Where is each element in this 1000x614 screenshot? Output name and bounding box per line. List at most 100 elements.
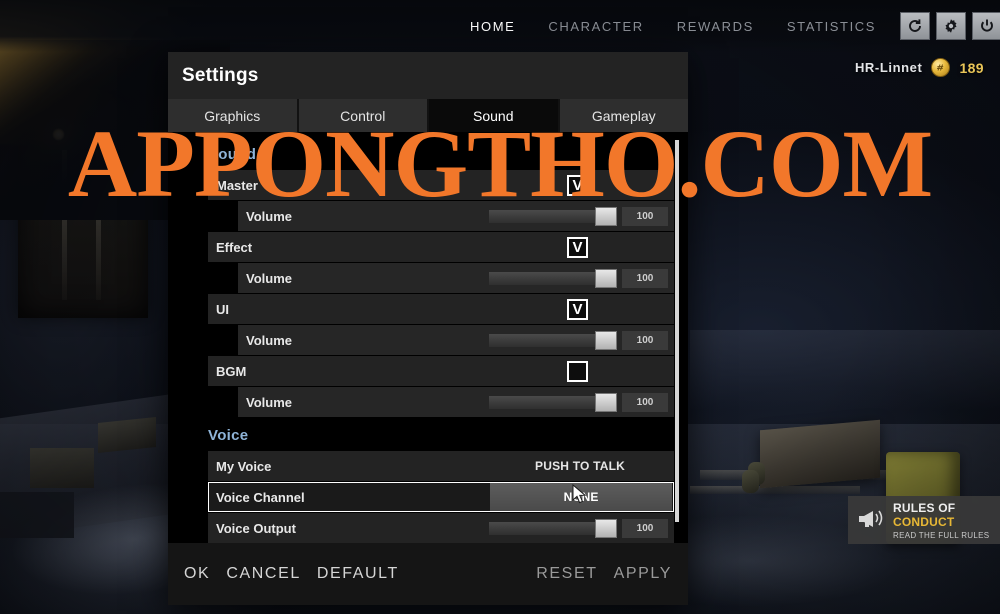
slider-voice-output[interactable] [489,518,617,538]
rules-title-plain: RULES OF [893,500,956,515]
tab-control[interactable]: Control [298,99,429,132]
setting-row-voice-channel[interactable]: Voice Channel NONE [208,482,674,512]
setting-row-voice-output[interactable]: Voice Output 100 [208,513,674,543]
setting-label-effect-volume: Volume [246,270,292,286]
power-button[interactable] [972,12,1000,40]
background-crate [760,419,880,489]
setting-label-voice-channel: Voice Channel [216,489,305,505]
setting-label-master-volume: Volume [246,208,292,224]
slider-group-effect-volume: 100 [489,268,668,288]
refresh-button[interactable] [900,12,931,40]
background-plank [690,486,860,494]
settings-button[interactable] [936,12,967,40]
rules-of-conduct-banner[interactable]: RULES OF CONDUCT READ THE FULL RULES [848,496,1000,544]
dropdown-voice-channel[interactable]: NONE [490,483,672,511]
section-header-voice: Voice [208,427,249,444]
slider-group-bgm-volume: 100 [489,392,668,412]
nav-item-list: HOME CHARACTER REWARDS STATISTICS [470,19,876,34]
checkbox-bgm[interactable] [567,360,588,382]
slider-thumb[interactable] [595,268,617,288]
setting-row-effect-volume[interactable]: Volume 100 [238,263,674,293]
value-effect-volume: 100 [622,268,668,288]
scrollbar-thumb[interactable] [675,140,679,522]
setting-label-effect: Effect [216,239,253,255]
footer-left-buttons: OK CANCEL DEFAULT [184,565,399,583]
apply-button[interactable]: APPLY [614,565,672,583]
tab-gameplay[interactable]: Gameplay [559,99,688,132]
rules-title-highlight: CONDUCT [893,514,955,529]
checkbox-master[interactable]: V [567,174,588,196]
rules-text-block: RULES OF CONDUCT READ THE FULL RULES [893,501,1000,540]
slider-thumb[interactable] [595,518,617,538]
setting-row-my-voice[interactable]: My Voice PUSH TO TALK [208,451,674,481]
dialog-header: Settings [168,52,688,99]
slider-master-volume[interactable] [489,206,617,226]
rules-subtitle: READ THE FULL RULES [893,530,990,540]
setting-label-my-voice: My Voice [216,458,272,474]
dialog-footer: OK CANCEL DEFAULT RESET APPLY [168,543,688,605]
slider-bgm-volume[interactable] [489,392,617,412]
refresh-icon [907,18,923,34]
setting-row-bgm[interactable]: BGM [208,356,674,386]
setting-row-ui[interactable]: UI V [208,294,674,324]
setting-label-ui: UI [216,301,229,317]
nav-item-character[interactable]: CHARACTER [548,19,643,34]
game-screen: HOME CHARACTER REWARDS STATISTICS HR-Lin… [0,0,1000,614]
power-icon [979,18,995,34]
value-my-voice: PUSH TO TALK [535,459,625,473]
setting-row-bgm-volume[interactable]: Volume 100 [238,387,674,417]
slider-group-master-volume: 100 [489,206,668,226]
checkbox-ui[interactable]: V [567,298,588,320]
setting-row-master-volume[interactable]: Volume 100 [238,201,674,231]
setting-row-effect[interactable]: Effect V [208,232,674,262]
value-voice-output: 100 [622,518,668,538]
footer-right-buttons: RESET APPLY [536,565,672,583]
setting-label-voice-output: Voice Output [216,520,296,536]
slider-group-voice-output: 100 [489,518,668,538]
value-ui-volume: 100 [622,330,668,350]
gear-icon [943,18,959,34]
tab-graphics[interactable]: Graphics [168,99,299,132]
ok-button[interactable]: OK [184,565,210,583]
player-info-bar: HR-Linnet 189 [855,58,984,77]
nav-item-rewards[interactable]: REWARDS [677,19,754,34]
slider-group-ui-volume: 100 [489,330,668,350]
coin-icon [931,58,951,77]
slider-effect-volume[interactable] [489,268,617,288]
nav-icon-group [900,12,1000,40]
setting-label-bgm: BGM [216,363,247,379]
setting-label-ui-volume: Volume [246,332,292,348]
settings-scroll-area: Sound Master V Volume 100 Effect V Volum… [168,140,688,543]
cancel-button[interactable]: CANCEL [226,565,301,583]
setting-row-master[interactable]: Master V [208,170,674,200]
slider-thumb[interactable] [595,206,617,226]
default-button[interactable]: DEFAULT [317,565,399,583]
check-glyph: V [572,176,583,194]
top-navigation-bar: HOME CHARACTER REWARDS STATISTICS [0,0,1000,52]
settings-tab-bar: Graphics Control Sound Gameplay [168,99,688,132]
megaphone-icon [856,506,886,535]
currency-amount: 189 [959,59,984,76]
player-name: HR-Linnet [854,60,923,75]
nav-item-home[interactable]: HOME [470,19,515,34]
settings-scrollbar[interactable] [675,140,679,522]
dialog-title: Settings [182,64,259,86]
slider-thumb[interactable] [595,392,617,412]
setting-label-master: Master [216,177,258,193]
value-bgm-volume: 100 [622,392,668,412]
checkbox-effect[interactable]: V [567,236,588,258]
nav-item-statistics[interactable]: STATISTICS [787,19,876,34]
settings-body: Sound Master V Volume 100 Effect V Volum… [168,132,688,543]
background-wall [690,330,1000,410]
background-grenade [742,470,759,493]
slider-ui-volume[interactable] [489,330,617,350]
reset-button[interactable]: RESET [536,565,597,583]
section-header-sound: Sound [208,146,257,163]
background-box [0,492,74,538]
rules-title: RULES OF CONDUCT [893,501,1000,529]
tab-sound[interactable]: Sound [429,99,560,132]
setting-row-ui-volume[interactable]: Volume 100 [238,325,674,355]
slider-thumb[interactable] [595,330,617,350]
value-master-volume: 100 [622,206,668,226]
check-glyph: V [572,238,583,256]
